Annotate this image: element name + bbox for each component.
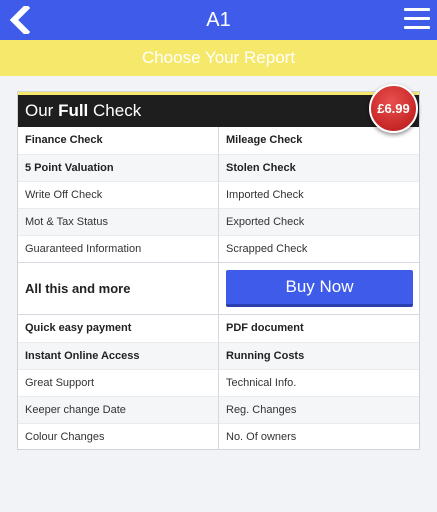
cta-text: All this and more bbox=[25, 281, 131, 296]
divider bbox=[218, 263, 219, 314]
feature-cell: Guaranteed Information bbox=[18, 235, 218, 262]
table-row: Guaranteed Information Scrapped Check bbox=[18, 235, 419, 262]
feature-cell: Exported Check bbox=[218, 208, 419, 235]
card-header: Our Full Check bbox=[18, 92, 419, 127]
features-table-top: Finance Check Mileage Check 5 Point Valuat… bbox=[18, 127, 419, 262]
choose-report-banner: Choose Your Report bbox=[0, 40, 437, 76]
hamburger-menu-icon bbox=[404, 8, 430, 11]
feature-cell: Imported Check bbox=[218, 181, 419, 208]
feature-cell: Reg. Changes bbox=[218, 396, 419, 423]
features-table-bottom: Quick easy payment PDF document Instant On… bbox=[18, 315, 419, 450]
table-row: Finance Check Mileage Check bbox=[18, 127, 419, 154]
table-row: Quick easy payment PDF document bbox=[18, 315, 419, 342]
feature-cell: Instant Online Access bbox=[18, 342, 218, 369]
table-row: Keeper change Date Reg. Changes bbox=[18, 396, 419, 423]
card-title: Our Full Check bbox=[25, 101, 142, 120]
top-app-bar: A1 bbox=[0, 0, 437, 40]
feature-cell: Stolen Check bbox=[218, 154, 419, 181]
feature-cell: Scrapped Check bbox=[218, 235, 419, 262]
buy-now-button[interactable]: Buy Now bbox=[226, 270, 413, 307]
table-row: Instant Online Access Running Costs bbox=[18, 342, 419, 369]
feature-cell: Quick easy payment bbox=[25, 322, 132, 334]
table-row: Mot & Tax Status Exported Check bbox=[18, 208, 419, 235]
table-row: Great Support Technical Info. bbox=[18, 369, 419, 396]
table-row: Colour Changes No. Of owners bbox=[18, 423, 419, 450]
feature-cell: Running Costs bbox=[218, 342, 419, 369]
feature-cell: Finance Check bbox=[25, 134, 103, 146]
feature-cell: 5 Point Valuation bbox=[18, 154, 218, 181]
table-row: Write Off Check Imported Check bbox=[18, 181, 419, 208]
feature-cell: Great Support bbox=[18, 369, 218, 396]
hamburger-menu-icon bbox=[404, 26, 430, 29]
feature-cell: Colour Changes bbox=[18, 423, 218, 450]
feature-cell: Write Off Check bbox=[18, 181, 218, 208]
price-badge: £6.99 bbox=[369, 84, 418, 133]
feature-cell: Keeper change Date bbox=[18, 396, 218, 423]
table-row: 5 Point Valuation Stolen Check bbox=[18, 154, 419, 181]
feature-cell: Mot & Tax Status bbox=[18, 208, 218, 235]
hamburger-menu-icon bbox=[404, 17, 430, 20]
cta-row: All this and more Buy Now bbox=[18, 262, 419, 315]
page-title: A1 bbox=[206, 9, 231, 31]
menu-button[interactable] bbox=[404, 8, 430, 32]
feature-cell: Technical Info. bbox=[218, 369, 419, 396]
feature-cell: No. Of owners bbox=[218, 423, 419, 450]
full-check-card: Our Full Check Finance Check Mileage Chec… bbox=[17, 91, 420, 450]
feature-cell: PDF document bbox=[218, 315, 419, 342]
